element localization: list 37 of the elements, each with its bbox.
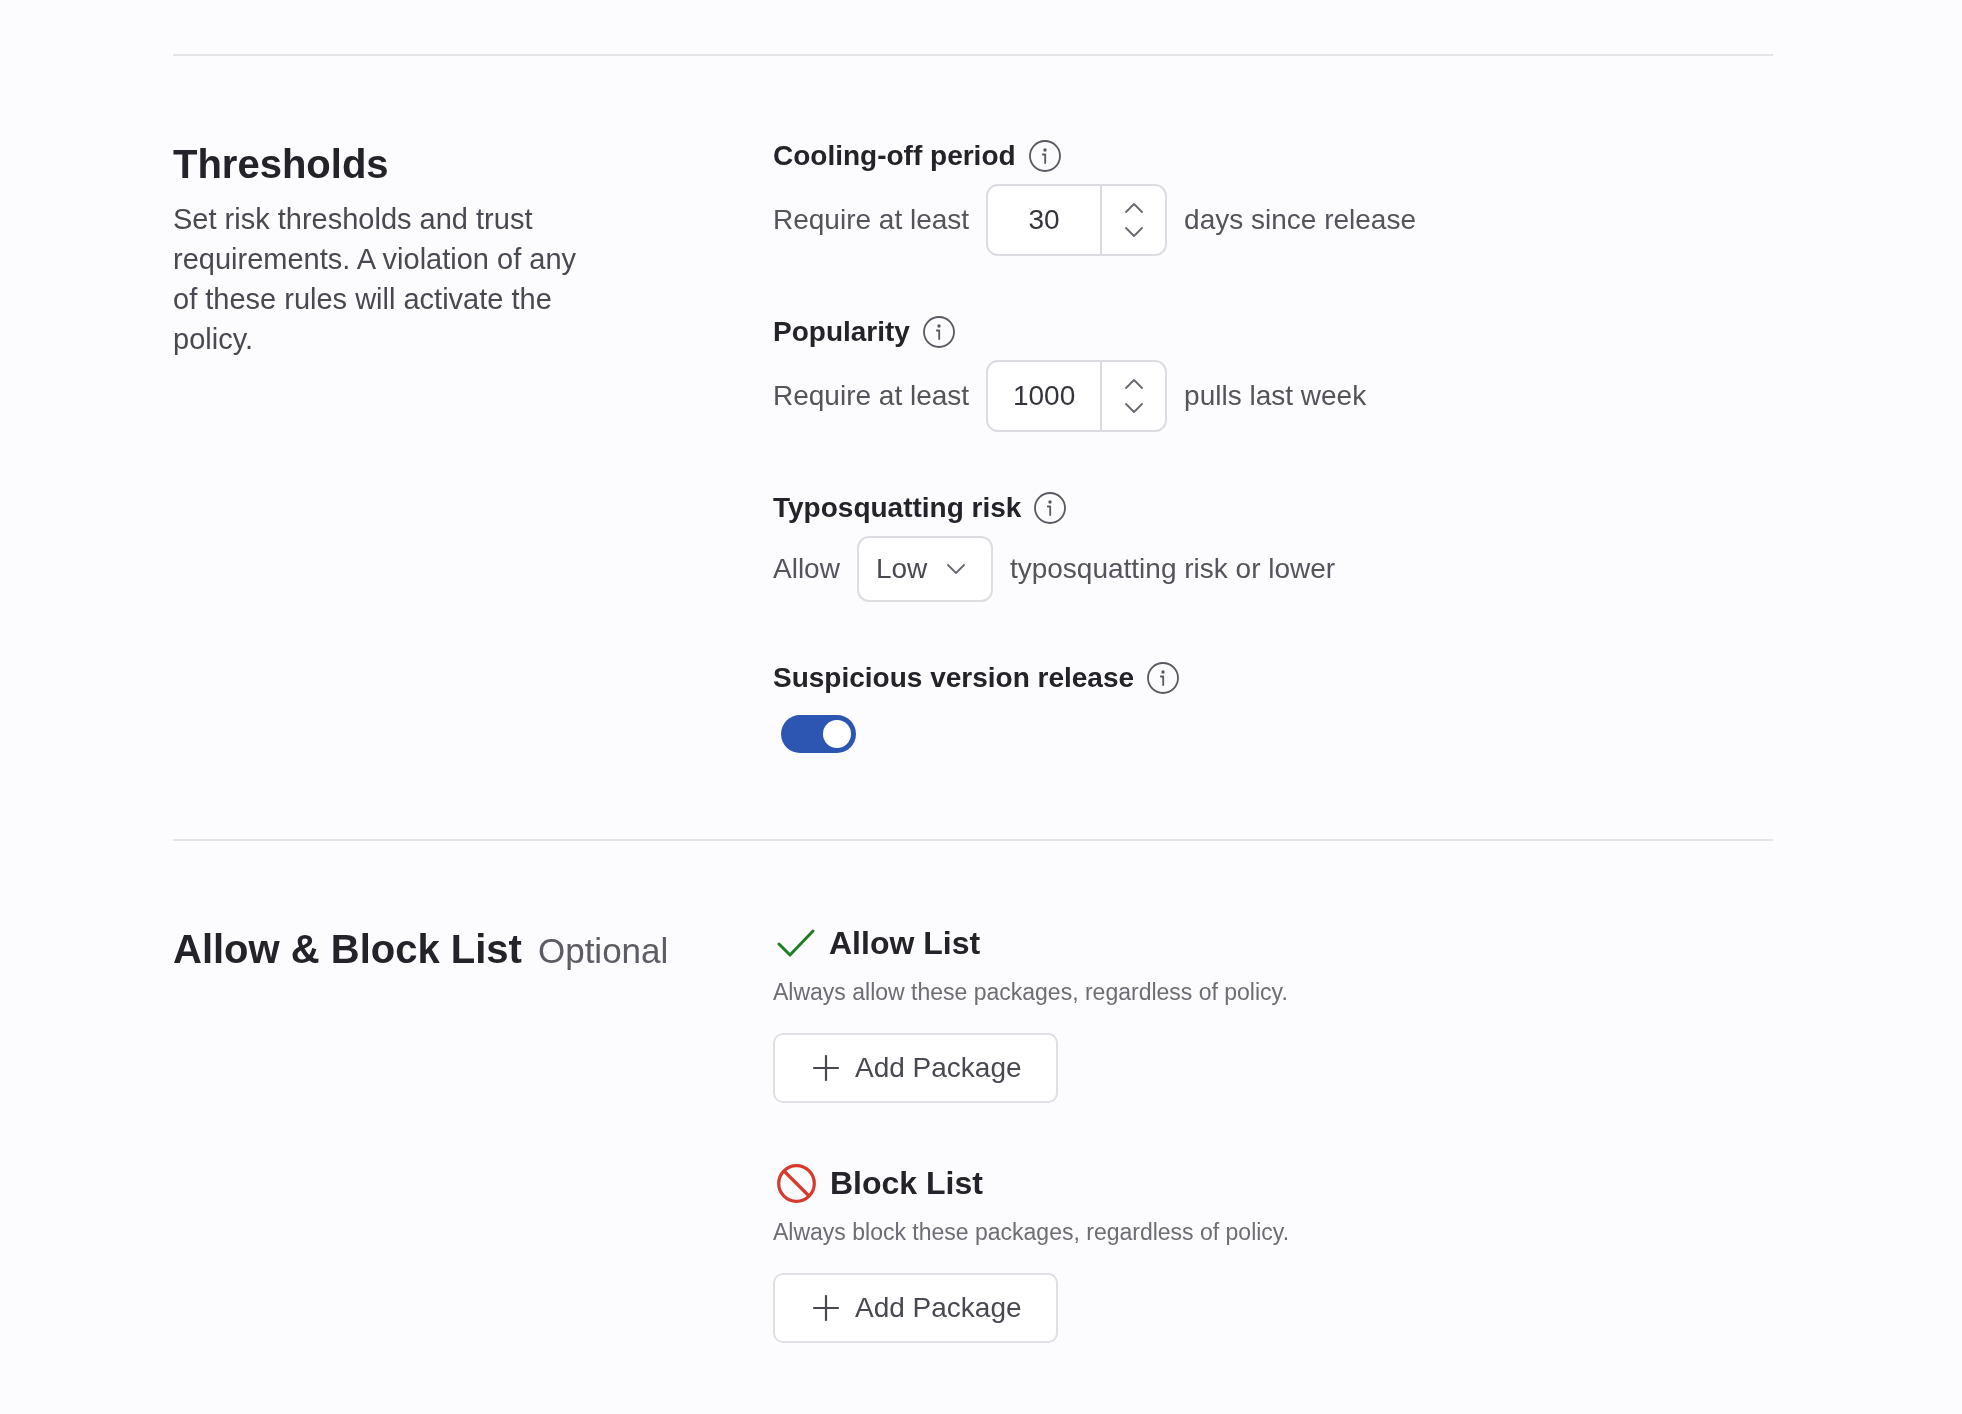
chevron-down-icon[interactable] [1124, 227, 1143, 237]
list-title: Allow List [829, 924, 981, 963]
dropdown[interactable]: Low [856, 536, 993, 602]
add-package-button[interactable]: Add Package [773, 1273, 1058, 1343]
setting-text: Allow [773, 553, 840, 585]
list-description: Always block these packages, regardless of policy. [773, 1218, 1291, 1247]
chevron-down-icon[interactable] [1124, 403, 1143, 413]
setting-label: Typosquatting risk [773, 491, 1022, 525]
info-icon[interactable] [1034, 492, 1067, 524]
section-title: Allow & Block List [173, 926, 522, 973]
plus-icon [813, 1295, 839, 1321]
prohibited-icon [777, 1163, 816, 1203]
toggle-switch[interactable] [781, 715, 856, 753]
setting-label: Suspicious version release [773, 661, 1135, 695]
setting-text: days since release [1184, 204, 1416, 236]
info-icon[interactable] [1147, 662, 1180, 694]
setting-label: Popularity [773, 315, 910, 349]
number-field[interactable]: 30 [986, 184, 1168, 256]
info-icon[interactable] [922, 316, 955, 348]
setting-text: Require at least [773, 380, 970, 412]
plus-icon [813, 1055, 839, 1081]
number-field[interactable]: 1000 [986, 360, 1168, 432]
checkmark-icon [777, 929, 815, 957]
chevron-up-icon[interactable] [1124, 379, 1143, 389]
section-subtitle: Optional [537, 930, 669, 972]
list-title: Block List [830, 1164, 983, 1203]
section-description: Set risk thresholds and trust requirements. A violation of any of these rules will activate the policy. [173, 202, 577, 357]
setting-label: Cooling-off period [773, 139, 1016, 173]
section-title: Thresholds [173, 141, 389, 188]
setting-text: pulls last week [1184, 380, 1367, 412]
info-icon[interactable] [1028, 140, 1061, 172]
setting-text: Require at least [773, 204, 970, 236]
add-package-button[interactable]: Add Package [773, 1033, 1058, 1103]
list-description: Always allow these packages, regardless of policy. [773, 978, 1289, 1007]
chevron-up-icon[interactable] [1124, 203, 1143, 213]
setting-text: typosquatting risk or lower [1009, 553, 1336, 585]
chevron-down-icon [946, 564, 965, 574]
